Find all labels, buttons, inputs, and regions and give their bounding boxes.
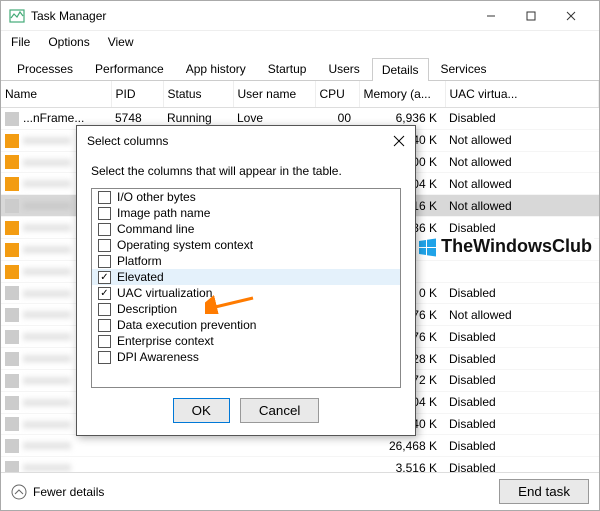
column-header[interactable]: User name xyxy=(233,81,315,108)
footer: Fewer details End task xyxy=(1,472,599,510)
column-option[interactable]: Image path name xyxy=(92,205,400,221)
column-option[interactable]: ✓ Elevated xyxy=(92,269,400,285)
column-option-label: Description xyxy=(117,302,177,316)
checkbox[interactable]: ✓ xyxy=(98,287,111,300)
column-header[interactable]: Status xyxy=(163,81,233,108)
process-icon xyxy=(5,265,19,279)
column-option[interactable]: Operating system context xyxy=(92,237,400,253)
column-option-label: Operating system context xyxy=(117,238,253,252)
checkbox[interactable] xyxy=(98,207,111,220)
process-icon xyxy=(5,374,19,388)
dialog-close-button[interactable] xyxy=(393,135,405,147)
tab-services[interactable]: Services xyxy=(431,57,497,80)
table-row[interactable]: xxxxxxxx26,468 KDisabled xyxy=(1,435,599,457)
tab-users[interactable]: Users xyxy=(318,57,369,80)
fewer-details-button[interactable]: Fewer details xyxy=(11,484,104,500)
column-option-label: Command line xyxy=(117,222,194,236)
column-option-label: Data execution prevention xyxy=(117,318,256,332)
column-option-label: DPI Awareness xyxy=(117,350,199,364)
checkbox[interactable] xyxy=(98,351,111,364)
select-columns-dialog: Select columns Select the columns that w… xyxy=(76,125,416,436)
tab-processes[interactable]: Processes xyxy=(7,57,83,80)
process-icon xyxy=(5,134,19,148)
checkbox[interactable] xyxy=(98,223,111,236)
menubar: File Options View xyxy=(1,31,599,53)
column-option-label: Image path name xyxy=(117,206,210,220)
ok-button[interactable]: OK xyxy=(173,398,230,423)
dialog-title: Select columns xyxy=(87,134,168,148)
process-icon xyxy=(5,243,19,257)
process-icon xyxy=(5,461,19,472)
menu-view[interactable]: View xyxy=(108,35,134,49)
column-header[interactable]: PID xyxy=(111,81,163,108)
column-header[interactable]: UAC virtua... xyxy=(445,81,599,108)
maximize-button[interactable] xyxy=(511,2,551,30)
column-option-label: Elevated xyxy=(117,270,164,284)
table-row[interactable]: xxxxxxxx3,516 KDisabled xyxy=(1,457,599,472)
process-icon xyxy=(5,112,19,126)
titlebar: Task Manager xyxy=(1,1,599,31)
watermark: TheWindowsClub xyxy=(415,236,594,257)
tab-performance[interactable]: Performance xyxy=(85,57,174,80)
close-button[interactable] xyxy=(551,2,591,30)
process-icon xyxy=(5,286,19,300)
process-icon xyxy=(5,221,19,235)
process-icon xyxy=(5,155,19,169)
dialog-description: Select the columns that will appear in t… xyxy=(91,164,401,178)
process-icon xyxy=(5,308,19,322)
app-icon xyxy=(9,8,25,24)
minimize-button[interactable] xyxy=(471,2,511,30)
tab-startup[interactable]: Startup xyxy=(258,57,317,80)
column-option-label: I/O other bytes xyxy=(117,190,196,204)
process-icon xyxy=(5,352,19,366)
checkbox[interactable] xyxy=(98,255,111,268)
checkbox[interactable] xyxy=(98,239,111,252)
column-option[interactable]: Command line xyxy=(92,221,400,237)
cancel-button[interactable]: Cancel xyxy=(240,398,320,423)
checkbox[interactable] xyxy=(98,191,111,204)
column-option[interactable]: DPI Awareness xyxy=(92,349,400,365)
windows-logo-icon xyxy=(417,237,437,257)
process-icon xyxy=(5,439,19,453)
process-icon xyxy=(5,177,19,191)
column-option-label: Platform xyxy=(117,254,162,268)
menu-options[interactable]: Options xyxy=(48,35,89,49)
tab-app-history[interactable]: App history xyxy=(176,57,256,80)
process-icon xyxy=(5,199,19,213)
end-task-button[interactable]: End task xyxy=(499,479,589,504)
menu-file[interactable]: File xyxy=(11,35,30,49)
column-option[interactable]: ✓ UAC virtualization xyxy=(92,285,400,301)
fewer-details-label: Fewer details xyxy=(33,485,104,499)
window-title: Task Manager xyxy=(31,9,471,23)
chevron-up-icon xyxy=(11,484,27,500)
checkbox[interactable] xyxy=(98,303,111,316)
tabs: ProcessesPerformanceApp historyStartupUs… xyxy=(1,53,599,81)
checkbox[interactable] xyxy=(98,319,111,332)
process-icon xyxy=(5,396,19,410)
column-header[interactable]: Memory (a... xyxy=(359,81,445,108)
column-option[interactable]: Platform xyxy=(92,253,400,269)
column-option[interactable]: I/O other bytes xyxy=(92,189,400,205)
column-option[interactable]: Description xyxy=(92,301,400,317)
tab-details[interactable]: Details xyxy=(372,58,429,81)
column-option-label: UAC virtualization xyxy=(117,286,212,300)
column-option[interactable]: Enterprise context xyxy=(92,333,400,349)
checkbox[interactable] xyxy=(98,335,111,348)
watermark-text: TheWindowsClub xyxy=(441,236,592,257)
column-option[interactable]: Data execution prevention xyxy=(92,317,400,333)
columns-list[interactable]: I/O other bytes Image path name Command li… xyxy=(91,188,401,388)
column-header[interactable]: CPU xyxy=(315,81,359,108)
column-header[interactable]: Name xyxy=(1,81,111,108)
column-option-label: Enterprise context xyxy=(117,334,214,348)
process-icon xyxy=(5,330,19,344)
process-icon xyxy=(5,417,19,431)
checkbox[interactable]: ✓ xyxy=(98,271,111,284)
